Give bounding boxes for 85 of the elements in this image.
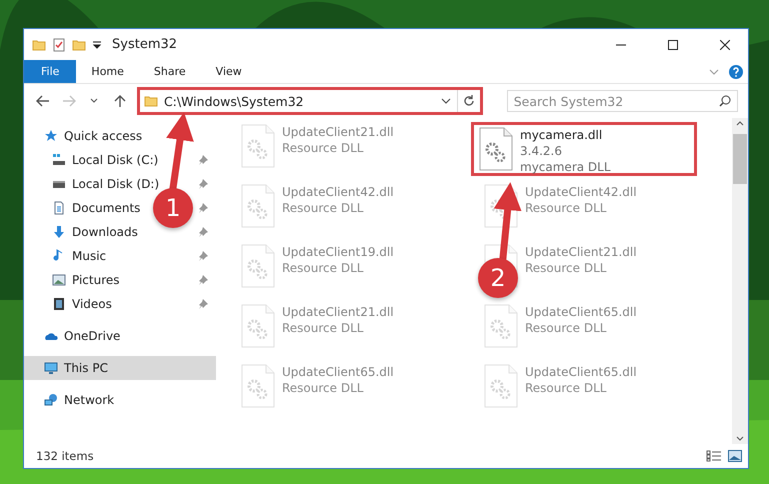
file-icon	[240, 124, 276, 168]
refresh-icon	[462, 95, 475, 107]
file-detail: mycamera DLL	[520, 159, 611, 175]
sidebar-item[interactable]: OneDrive	[64, 329, 120, 343]
file-detail: 3.4.2.6	[520, 143, 562, 159]
folder-icon	[144, 94, 158, 108]
pin-icon[interactable]	[198, 203, 208, 213]
file-name[interactable]: UpdateClient65.dll	[282, 364, 394, 380]
scrollbar[interactable]	[732, 118, 748, 444]
forward-arrow-icon	[62, 95, 76, 107]
sidebar-item[interactable]: Videos	[72, 297, 112, 311]
file-name[interactable]: UpdateClient65.dll	[525, 364, 637, 380]
pin-icon[interactable]	[198, 275, 208, 285]
file-detail: Resource DLL	[525, 320, 606, 336]
file-detail: Resource DLL	[282, 380, 364, 396]
dropdown-icon[interactable]	[440, 98, 451, 104]
folder-icon	[32, 38, 46, 52]
file-detail: Resource DLL	[282, 140, 364, 156]
file-name[interactable]: UpdateClient21.dll	[282, 124, 394, 140]
pc-icon	[44, 361, 58, 375]
ribbon-tab[interactable]: Share	[138, 60, 201, 83]
sidebar-item[interactable]: Documents	[72, 201, 140, 215]
pin-icon[interactable]	[198, 299, 208, 309]
doc-icon	[52, 201, 66, 215]
sidebar-item[interactable]: Downloads	[72, 225, 138, 239]
scroll-up-icon[interactable]	[736, 120, 744, 126]
item-count: 132 items	[36, 449, 95, 463]
file-icon	[483, 364, 519, 408]
file-name[interactable]: mycamera.dll	[520, 127, 602, 143]
network-icon	[44, 393, 58, 407]
disk-win-icon	[52, 153, 66, 167]
file-icon	[240, 244, 276, 288]
properties-icon[interactable]	[52, 38, 66, 52]
sidebar-item[interactable]: Quick access	[64, 129, 142, 143]
scrollbar-thumb[interactable]	[733, 134, 747, 184]
file-detail: Resource DLL	[525, 380, 606, 396]
pin-icon[interactable]	[198, 227, 208, 237]
file-icon	[240, 184, 276, 228]
back-arrow-icon	[36, 95, 50, 107]
file-detail: Resource DLL	[282, 200, 364, 216]
caret-icon[interactable]	[92, 40, 102, 48]
close-icon	[720, 40, 730, 50]
new-folder-icon	[72, 38, 86, 52]
pin-icon[interactable]	[198, 179, 208, 189]
file-icon	[483, 304, 519, 348]
file-icon	[483, 184, 519, 228]
large-icons-view-icon[interactable]	[728, 450, 742, 462]
pin-icon[interactable]	[198, 155, 208, 165]
file-name[interactable]: UpdateClient21.dll	[525, 244, 637, 260]
search-icon	[719, 95, 732, 107]
file-detail: Resource DLL	[282, 260, 364, 276]
file-icon	[478, 127, 514, 171]
pin-icon[interactable]	[198, 251, 208, 261]
ribbon-tab[interactable]: View	[200, 60, 257, 83]
details-view-icon[interactable]	[706, 450, 722, 462]
ribbon-tab[interactable]: Home	[76, 60, 139, 83]
file-detail: Resource DLL	[282, 320, 364, 336]
pictures-icon	[52, 273, 66, 287]
file-name[interactable]: UpdateClient21.dll	[282, 304, 394, 320]
sidebar-item[interactable]: This PC	[64, 361, 108, 375]
file-detail: Resource DLL	[525, 200, 606, 216]
address-field[interactable]: C:\Windows\System32	[140, 90, 458, 112]
sidebar-item[interactable]: Network	[64, 393, 114, 407]
sidebar-item[interactable]: Local Disk (D:)	[72, 177, 160, 191]
file-name[interactable]: UpdateClient42.dll	[282, 184, 394, 200]
file-detail: Resource DLL	[525, 260, 606, 276]
file-icon	[240, 304, 276, 348]
window-title: System32	[112, 37, 178, 52]
file-name[interactable]: UpdateClient65.dll	[525, 304, 637, 320]
scroll-down-icon[interactable]	[736, 436, 744, 442]
file-name[interactable]: UpdateClient42.dll	[525, 184, 637, 200]
ribbon-tab[interactable]: File	[24, 60, 76, 83]
sidebar-item[interactable]: Local Disk (C:)	[72, 153, 158, 167]
videos-icon	[52, 297, 66, 311]
minimize-icon	[616, 44, 626, 46]
search-field[interactable]: Search System32	[506, 90, 738, 112]
file-name[interactable]: UpdateClient19.dll	[282, 244, 394, 260]
up-arrow-icon	[114, 94, 126, 108]
sidebar-item[interactable]: Music	[72, 249, 106, 263]
file-icon	[240, 364, 276, 408]
chevron-icon	[90, 98, 98, 104]
sidebar-item[interactable]: Pictures	[72, 273, 120, 287]
maximize-icon	[668, 40, 678, 50]
star-icon	[44, 129, 58, 143]
download-icon	[52, 225, 66, 239]
